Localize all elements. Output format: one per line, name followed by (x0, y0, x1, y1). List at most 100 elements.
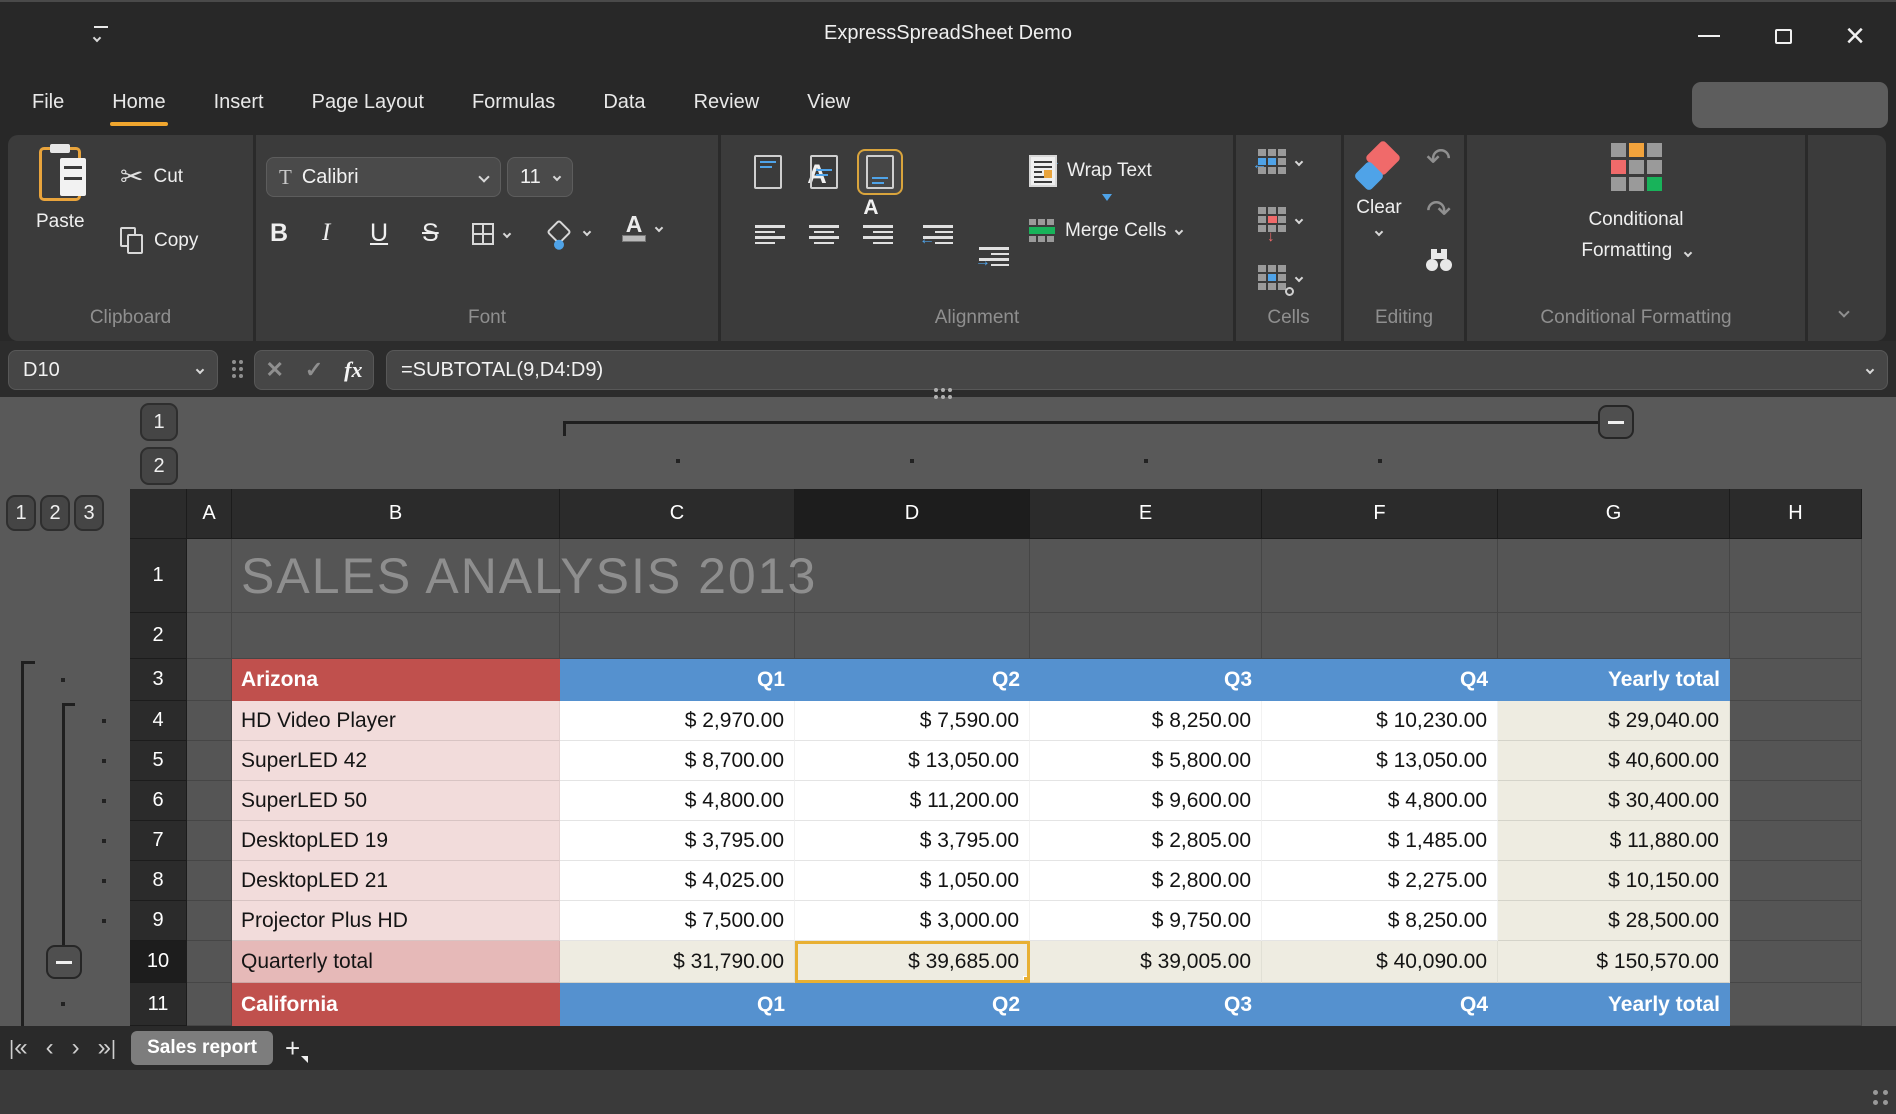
sheet-tab-sales-report[interactable]: Sales report (131, 1031, 273, 1065)
cell-F6[interactable]: $ 4,800.00 (1262, 781, 1498, 821)
align-center-button[interactable] (809, 225, 839, 247)
cell-G7[interactable]: $ 11,880.00 (1498, 821, 1730, 861)
clear-button[interactable]: Clear (1352, 143, 1406, 235)
cell-F2[interactable] (1262, 613, 1498, 659)
expand-formula-bar-icon[interactable] (1866, 366, 1874, 374)
cell-E5[interactable]: $ 5,800.00 (1030, 741, 1262, 781)
strikethrough-button[interactable]: S (422, 219, 439, 248)
column-outline-level-2-button[interactable]: 2 (140, 447, 178, 485)
cell-C7[interactable]: $ 3,795.00 (560, 821, 795, 861)
cell-E1[interactable] (1030, 539, 1262, 613)
cell-H1[interactable] (1730, 539, 1862, 613)
row-header-1[interactable]: 1 (130, 539, 187, 613)
cell-A5[interactable] (187, 741, 232, 781)
wrap-text-button[interactable]: Wrap Text (1029, 155, 1152, 187)
bold-button[interactable]: B (270, 219, 288, 248)
italic-button[interactable]: I (322, 219, 330, 247)
cell-A1[interactable] (187, 539, 232, 613)
cell-H4[interactable] (1730, 701, 1862, 741)
cell-A2[interactable] (187, 613, 232, 659)
formula-input[interactable]: =SUBTOTAL(9,D4:D9) (386, 350, 1888, 390)
cell-G8[interactable]: $ 10,150.00 (1498, 861, 1730, 901)
cell-G11[interactable]: Yearly total (1498, 983, 1730, 1026)
row-header-3[interactable]: 3 (130, 659, 187, 701)
row-header-9[interactable]: 9 (130, 901, 187, 941)
maximize-button[interactable] (1760, 20, 1806, 52)
collapse-column-group-button[interactable] (1598, 405, 1634, 439)
cell-F8[interactable]: $ 2,275.00 (1262, 861, 1498, 901)
cell-E7[interactable]: $ 2,805.00 (1030, 821, 1262, 861)
row-outline-level-1-button[interactable]: 1 (6, 495, 36, 531)
collapse-ribbon-button[interactable] (1840, 303, 1848, 321)
first-sheet-button[interactable]: |« (0, 1036, 37, 1060)
align-bottom-button[interactable] (857, 149, 903, 195)
cell-A10[interactable] (187, 941, 232, 983)
cell-G10[interactable]: $ 150,570.00 (1498, 941, 1730, 983)
underline-button[interactable]: U (370, 219, 388, 248)
cell-A3[interactable] (187, 659, 232, 701)
cell-A8[interactable] (187, 861, 232, 901)
splitter-handle[interactable] (934, 388, 952, 399)
cell-G6[interactable]: $ 30,400.00 (1498, 781, 1730, 821)
cell-C10[interactable]: $ 31,790.00 (560, 941, 795, 983)
row-header-10[interactable]: 10 (130, 941, 187, 983)
cell-H5[interactable] (1730, 741, 1862, 781)
cell-B4[interactable]: HD Video Player (232, 701, 560, 741)
col-header-D[interactable]: D (795, 489, 1030, 539)
merge-cells-button[interactable]: Merge Cells (1029, 219, 1182, 242)
cell-B3[interactable]: Arizona (232, 659, 560, 701)
close-button[interactable]: × (1832, 20, 1878, 52)
cell-E9[interactable]: $ 9,750.00 (1030, 901, 1262, 941)
paste-button[interactable]: Paste (36, 147, 85, 233)
cell-D6[interactable]: $ 11,200.00 (795, 781, 1030, 821)
cell-G5[interactable]: $ 40,600.00 (1498, 741, 1730, 781)
cut-button[interactable]: ✂ Cut (120, 163, 183, 191)
row-outline-level-3-button[interactable]: 3 (74, 495, 104, 531)
cell-A6[interactable] (187, 781, 232, 821)
insert-function-button[interactable]: fx (344, 357, 362, 383)
conditional-formatting-button[interactable]: Conditional Formatting (1467, 143, 1805, 267)
cell-G4[interactable]: $ 29,040.00 (1498, 701, 1730, 741)
cell-B10[interactable]: Quarterly total (232, 941, 560, 983)
redo-button[interactable]: ↷ (1426, 197, 1451, 227)
cell-B8[interactable]: DesktopLED 21 (232, 861, 560, 901)
cell-B11[interactable]: California (232, 983, 560, 1026)
tab-review[interactable]: Review (670, 74, 784, 130)
row-header-6[interactable]: 6 (130, 781, 187, 821)
next-sheet-button[interactable]: › (63, 1036, 89, 1060)
cell-B1[interactable] (232, 539, 560, 613)
minimize-button[interactable] (1686, 20, 1732, 52)
cell-C6[interactable]: $ 4,800.00 (560, 781, 795, 821)
cell-A4[interactable] (187, 701, 232, 741)
cancel-entry-button[interactable]: ✕ (265, 357, 283, 383)
cell-D11[interactable]: Q2 (795, 983, 1030, 1026)
cell-C5[interactable]: $ 8,700.00 (560, 741, 795, 781)
cell-F11[interactable]: Q4 (1262, 983, 1498, 1026)
cell-B6[interactable]: SuperLED 50 (232, 781, 560, 821)
cell-E8[interactable]: $ 2,800.00 (1030, 861, 1262, 901)
cell-D9[interactable]: $ 3,000.00 (795, 901, 1030, 941)
col-header-C[interactable]: C (560, 489, 795, 539)
cell-C2[interactable] (560, 613, 795, 659)
cell-D1[interactable] (795, 539, 1030, 613)
cell-E6[interactable]: $ 9,600.00 (1030, 781, 1262, 821)
row-header-7[interactable]: 7 (130, 821, 187, 861)
col-header-H[interactable]: H (1730, 489, 1862, 539)
col-header-E[interactable]: E (1030, 489, 1262, 539)
row-header-2[interactable]: 2 (130, 613, 187, 659)
ribbon-search-box[interactable] (1692, 82, 1888, 128)
cell-H8[interactable] (1730, 861, 1862, 901)
cell-F10[interactable]: $ 40,090.00 (1262, 941, 1498, 983)
cell-F4[interactable]: $ 10,230.00 (1262, 701, 1498, 741)
cell-E2[interactable] (1030, 613, 1262, 659)
cell-G9[interactable]: $ 28,500.00 (1498, 901, 1730, 941)
collapse-row-group-button[interactable] (46, 945, 82, 979)
cell-B7[interactable]: DesktopLED 19 (232, 821, 560, 861)
cell-E3[interactable]: Q3 (1030, 659, 1262, 701)
cell-D10[interactable]: $ 39,685.00 (795, 941, 1030, 983)
add-sheet-button[interactable]: + (285, 1035, 300, 1061)
cell-H9[interactable] (1730, 901, 1862, 941)
row-header-11[interactable]: 11 (130, 983, 187, 1026)
column-outline-level-1-button[interactable]: 1 (140, 403, 178, 441)
tab-page-layout[interactable]: Page Layout (288, 74, 448, 130)
